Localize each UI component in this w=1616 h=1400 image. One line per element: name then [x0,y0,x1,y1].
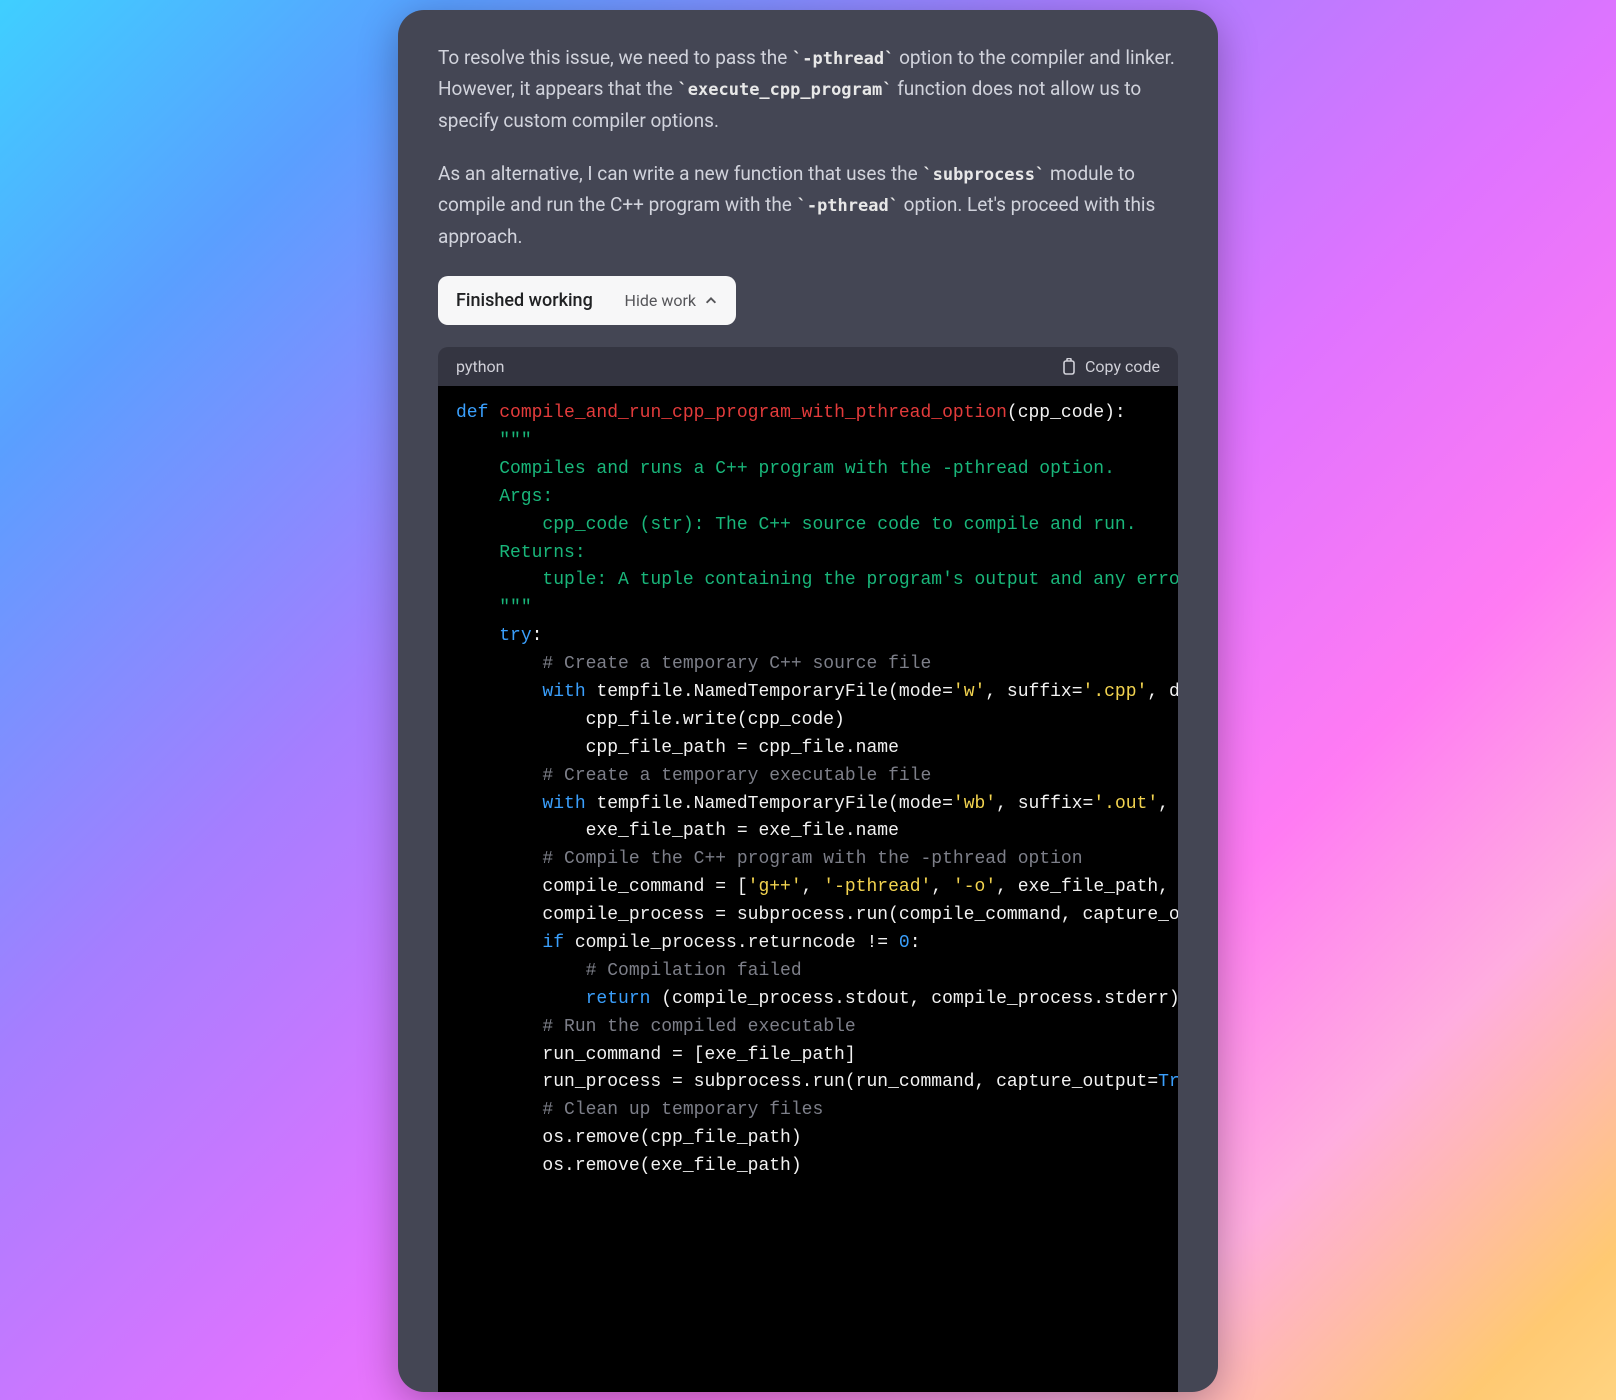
inline-code: `-pthread` [797,196,899,216]
message-paragraph: To resolve this issue, we need to pass t… [438,42,1178,136]
code-line: cpp_file_path = cpp_file.name [438,735,1178,763]
copy-code-button[interactable]: Copy code [1061,357,1160,376]
code-line: os.remove(exe_file_path) [438,1153,1178,1181]
code-line: Returns: [438,540,1178,568]
inline-code: `execute_cpp_program` [678,80,893,100]
message-paragraph: As an alternative, I can write a new fun… [438,158,1178,252]
inline-code: `-pthread` [792,49,894,69]
worker-status-label: Finished working [456,290,593,311]
chat-card: To resolve this issue, we need to pass t… [398,10,1218,1392]
code-line: run_process = subprocess.run(run_command… [438,1069,1178,1097]
hide-work-label: Hide work [625,291,696,310]
code-line: # Compile the C++ program with the -pthr… [438,846,1178,874]
code-line: compile_command = ['g++', '-pthread', '-… [438,874,1178,902]
text: As an alternative, I can write a new fun… [438,162,922,185]
code-line: return (compile_process.stdout, compile_… [438,986,1178,1014]
code-line: # Compilation failed [438,958,1178,986]
code-language-label: python [456,357,504,376]
code-line: cpp_code (str): The C++ source code to c… [438,512,1178,540]
code-block: python Copy code def compile_and_run_cpp… [438,347,1178,1392]
code-line: tuple: A tuple containing the program's … [438,567,1178,595]
code-line: Args: [438,484,1178,512]
code-line: # Create a temporary executable file [438,763,1178,791]
code-line: """ [438,595,1178,623]
code-line: if compile_process.returncode != 0: [438,930,1178,958]
text: To resolve this issue, we need to pass t… [438,46,792,69]
code-line: os.remove(cpp_file_path) [438,1125,1178,1153]
code-line: # Run the compiled executable [438,1014,1178,1042]
code-line: # Create a temporary C++ source file [438,651,1178,679]
code-line: exe_file_path = exe_file.name [438,818,1178,846]
code-line: compile_process = subprocess.run(compile… [438,902,1178,930]
code-header: python Copy code [438,347,1178,386]
code-line: with tempfile.NamedTemporaryFile(mode='w… [438,679,1178,707]
code-line: with tempfile.NamedTemporaryFile(mode='w… [438,791,1178,819]
code-line: try: [438,623,1178,651]
inline-code: `subprocess` [922,165,1045,185]
copy-code-label: Copy code [1085,357,1160,376]
code-body[interactable]: def compile_and_run_cpp_program_with_pth… [438,386,1178,1392]
clipboard-icon [1061,358,1077,376]
code-line: Compiles and runs a C++ program with the… [438,456,1178,484]
worker-status-bar[interactable]: Finished working Hide work [438,276,736,325]
hide-work-toggle[interactable]: Hide work [625,291,718,310]
code-line: """ [438,428,1178,456]
code-line: # Clean up temporary files [438,1097,1178,1125]
code-line: cpp_file.write(cpp_code) [438,707,1178,735]
code-line: def compile_and_run_cpp_program_with_pth… [438,400,1178,428]
assistant-message: To resolve this issue, we need to pass t… [398,10,1218,276]
code-line: run_command = [exe_file_path] [438,1042,1178,1070]
chevron-up-icon [704,294,718,308]
